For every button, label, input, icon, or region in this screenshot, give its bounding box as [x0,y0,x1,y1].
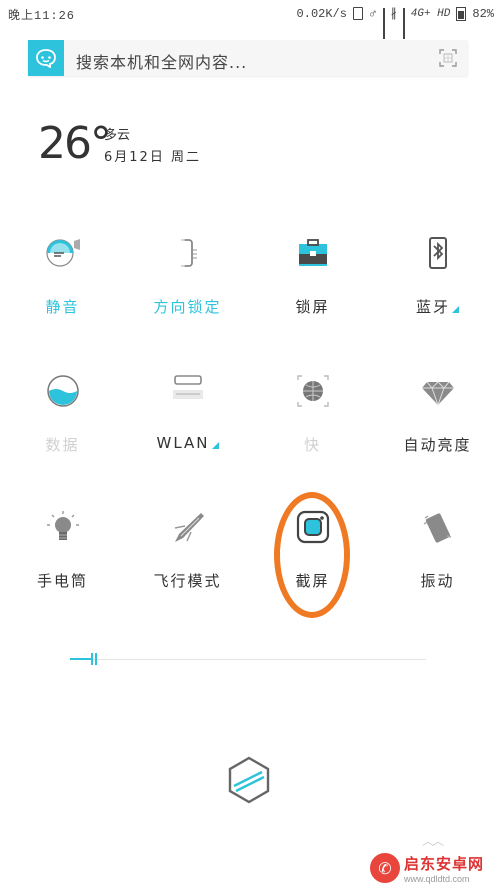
bluetooth-status-icon: ∦ [390,7,397,21]
alarm-icon: ♂ [368,6,377,21]
toggle-mobile-data[interactable]: 数据 [0,374,125,484]
signal-2-icon [402,8,405,39]
brightness-slider-thumb[interactable] [91,653,105,665]
toggle-flashlight[interactable]: 手电筒 [0,510,125,620]
toggle-hotspot[interactable]: 快 [250,374,375,484]
toggle-lock-screen-label: 锁屏 [295,298,330,316]
network-type: 4G+ HD [410,7,451,20]
temperature: 26° [38,118,112,169]
search-bar[interactable]: 搜索本机和全网内容... [28,40,468,76]
status-bar: 晚上11:26 0.02K/s ♂ ∦ 4G+ HD 82% [0,0,500,39]
toggle-flashlight-label: 手电筒 [36,572,88,590]
toggle-mute-label: 静音 [45,298,80,316]
toggle-hotspot-label: 快 [303,436,321,454]
flashlight-icon [46,510,80,544]
toggle-rotation-lock-label: 方向锁定 [153,298,222,316]
toggle-mobile-data-label: 数据 [45,436,80,454]
rotation-lock-icon [171,236,205,270]
watermark-logo-icon: ✆ [370,853,400,883]
toggle-vibrate-label: 振动 [420,572,455,590]
brightness-slider[interactable] [70,652,426,666]
search-input[interactable]: 搜索本机和全网内容... [76,49,247,73]
toggle-airplane-mode-label: 飞行模式 [153,572,222,590]
status-time: 晚上11:26 [8,9,76,23]
toggle-mute[interactable]: 静音 [0,236,125,346]
lock-screen-icon [296,236,330,270]
toggle-rotation-lock[interactable]: 方向锁定 [125,236,250,346]
weather-condition: 多云 [104,128,131,143]
toggle-lock-screen[interactable]: 锁屏 [250,236,375,346]
toggle-wlan[interactable]: WLAN [125,374,250,484]
wlan-menu-indicator[interactable] [211,442,219,449]
highlight-annotation [274,492,350,618]
weather-date: 6月12日 周二 [104,150,201,165]
hotspot-icon [296,374,330,408]
battery-level: 82% [472,6,494,21]
network-speed: 0.02K/s [296,6,347,21]
assistant-logo-icon[interactable] [28,40,64,76]
bluetooth-icon [421,236,455,270]
brightness-slider-fill [70,658,91,660]
signal-icon [382,8,385,39]
toggle-auto-brightness-label: 自动亮度 [403,436,472,454]
mute-icon [45,236,80,270]
toggle-bluetooth-label: 蓝牙 [375,296,500,317]
brightness-slider-track[interactable] [82,659,426,660]
mobile-data-icon [46,374,80,408]
watermark-url: www.qdldtd.com [404,873,470,884]
battery-icon [456,6,467,21]
bluetooth-menu-indicator[interactable] [452,306,459,313]
toggle-airplane-mode[interactable]: 飞行模式 [125,510,250,620]
status-icons: 0.02K/s ♂ ∦ 4G+ HD 82% [296,6,494,39]
vibrate-icon [421,510,455,544]
watermark-name: 启东安卓网 [404,854,485,873]
auto-brightness-icon [421,374,455,408]
scan-icon[interactable] [438,48,458,72]
toggle-auto-brightness[interactable]: 自动亮度 [375,374,500,484]
sim-card-icon [352,7,363,20]
scroll-up-indicator-icon: ︿︿ [422,834,444,848]
panel-collapse-icon[interactable] [226,756,272,808]
toggle-bluetooth[interactable]: 蓝牙 [375,236,500,346]
toggle-vibrate[interactable]: 振动 [375,510,500,620]
wlan-icon [171,374,205,408]
toggle-wlan-label: WLAN [125,434,250,452]
airplane-mode-icon [171,510,205,544]
site-watermark: ✆ 启东安卓网 www.qdldtd.com [370,850,498,886]
